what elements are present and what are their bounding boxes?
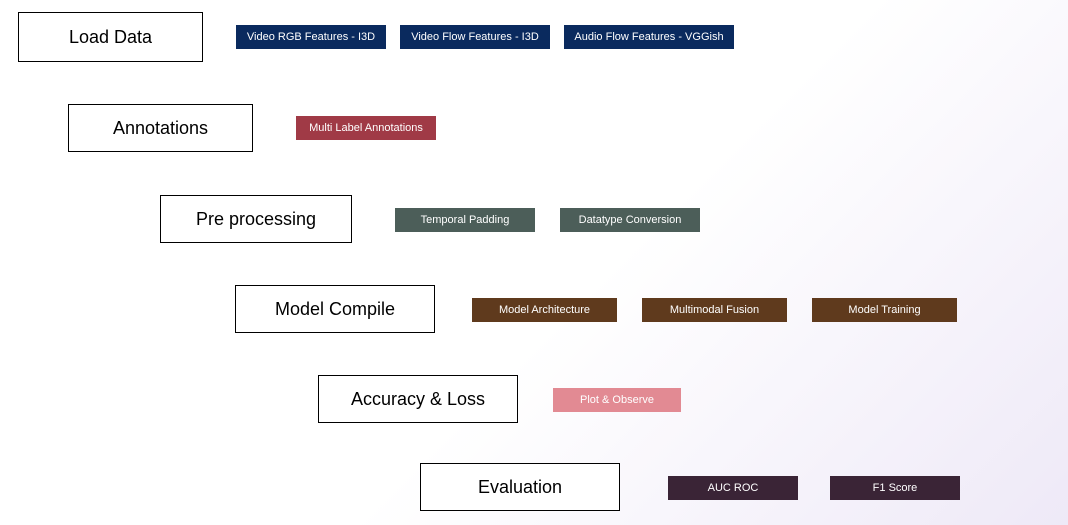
stage-label: Model Compile: [275, 299, 395, 320]
stage-label: Accuracy & Loss: [351, 389, 485, 410]
stage-label: Annotations: [113, 118, 208, 139]
chip-label: Model Architecture: [499, 304, 590, 316]
chip-multi-label-annotations: Multi Label Annotations: [296, 116, 436, 140]
chip-model-architecture: Model Architecture: [472, 298, 617, 322]
chip-label: Datatype Conversion: [579, 214, 682, 226]
chip-video-flow-features: Video Flow Features - I3D: [400, 25, 550, 49]
stage-evaluation: Evaluation: [420, 463, 620, 511]
stage-label: Pre processing: [196, 209, 316, 230]
chip-label: Multimodal Fusion: [670, 304, 759, 316]
stage-load-data: Load Data: [18, 12, 203, 62]
stage-label: Evaluation: [478, 477, 562, 498]
stage-annotations: Annotations: [68, 104, 253, 152]
chip-label: Multi Label Annotations: [309, 122, 423, 134]
chip-datatype-conversion: Datatype Conversion: [560, 208, 700, 232]
chip-f1-score: F1 Score: [830, 476, 960, 500]
chip-temporal-padding: Temporal Padding: [395, 208, 535, 232]
chip-auc-roc: AUC ROC: [668, 476, 798, 500]
chip-audio-flow-features: Audio Flow Features - VGGish: [564, 25, 734, 49]
chip-video-rgb-features: Video RGB Features - I3D: [236, 25, 386, 49]
chip-label: Model Training: [848, 304, 920, 316]
chip-label: Video Flow Features - I3D: [411, 31, 539, 43]
chip-plot-observe: Plot & Observe: [553, 388, 681, 412]
stage-model-compile: Model Compile: [235, 285, 435, 333]
chip-label: Temporal Padding: [421, 214, 510, 226]
stage-accuracy-loss: Accuracy & Loss: [318, 375, 518, 423]
chip-multimodal-fusion: Multimodal Fusion: [642, 298, 787, 322]
chip-label: Audio Flow Features - VGGish: [574, 31, 723, 43]
stage-label: Load Data: [69, 27, 152, 48]
chip-label: Plot & Observe: [580, 394, 654, 406]
chip-label: AUC ROC: [708, 482, 759, 494]
chip-label: Video RGB Features - I3D: [247, 31, 375, 43]
stage-preprocessing: Pre processing: [160, 195, 352, 243]
chip-label: F1 Score: [873, 482, 918, 494]
chip-model-training: Model Training: [812, 298, 957, 322]
